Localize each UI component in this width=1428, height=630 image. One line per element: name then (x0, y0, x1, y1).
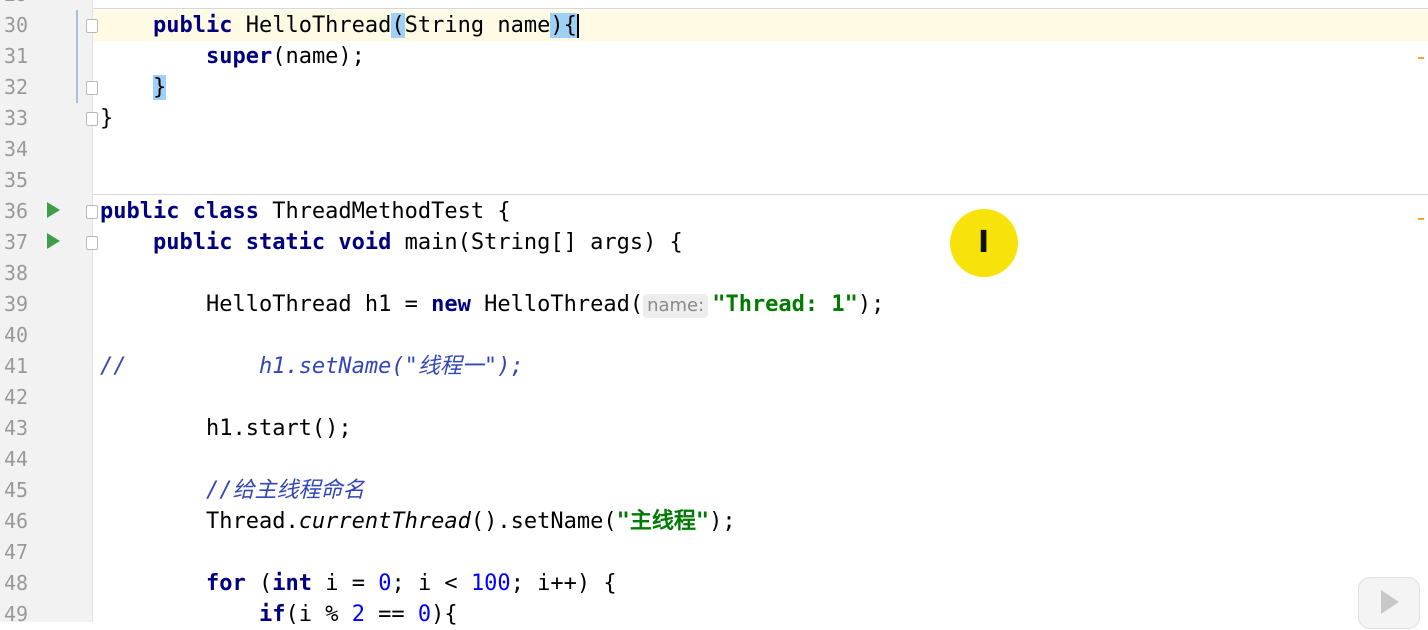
code-line-36[interactable]: public class ThreadMethodTest { (100, 196, 511, 227)
line-number: 34 (4, 137, 29, 161)
line-number: 48 (4, 571, 29, 595)
line-number: 30 (4, 13, 29, 37)
line-number: 46 (4, 509, 29, 533)
fold-icon[interactable] (86, 81, 98, 95)
play-icon (1381, 590, 1399, 614)
line-number: 31 (4, 44, 29, 68)
code-line-37[interactable]: public static void main(String[] args) { (100, 227, 683, 258)
line-number: 39 (4, 292, 29, 316)
error-stripe-marker[interactable] (1418, 57, 1424, 59)
code-line-39[interactable]: HelloThread h1 = new HelloThread(name: "T… (100, 289, 884, 320)
method-separator (93, 8, 1428, 9)
line-number: 33 (4, 106, 29, 130)
code-line-49[interactable]: if(i % 2 == 0){ (100, 599, 458, 630)
fold-icon[interactable] (86, 19, 98, 33)
text-caret (576, 14, 579, 38)
line-number: 35 (4, 168, 29, 192)
code-line-46[interactable]: Thread.currentThread().setName("主线程"); (100, 506, 736, 537)
code-line-33[interactable]: } (100, 103, 113, 134)
code-line-32[interactable]: } (100, 72, 167, 103)
error-stripe-marker[interactable] (1418, 218, 1424, 220)
code-line-48[interactable]: for (int i = 0; i < 100; i++) { (100, 568, 617, 599)
text-cursor-icon: I (978, 225, 990, 260)
method-separator (93, 194, 1428, 195)
fold-icon[interactable] (86, 205, 98, 219)
code-line-31[interactable]: super(name); (100, 41, 365, 72)
change-marker (76, 10, 78, 103)
line-number: 32 (4, 75, 29, 99)
line-number: 41 (4, 354, 29, 378)
line-number: 37 (4, 230, 29, 254)
line-number: 29 (4, 0, 44, 10)
run-gutter-icon[interactable] (47, 202, 60, 218)
fold-icon[interactable] (86, 112, 98, 126)
code-line-30[interactable]: public HelloThread(String name){ (100, 10, 579, 41)
line-number: 45 (4, 478, 29, 502)
run-gutter-icon[interactable] (47, 233, 60, 249)
line-number: 43 (4, 416, 29, 440)
line-number: 42 (4, 385, 29, 409)
code-line-41[interactable]: // h1.setName("线程一"); (100, 351, 524, 382)
code-line-43[interactable]: h1.start(); (100, 413, 352, 444)
play-button[interactable] (1358, 577, 1420, 629)
line-number: 38 (4, 261, 29, 285)
line-number: 47 (4, 540, 29, 564)
line-number: 40 (4, 323, 29, 347)
fold-icon[interactable] (86, 236, 98, 250)
line-number: 49 (4, 602, 29, 626)
line-number: 36 (4, 199, 29, 223)
code-line-45[interactable]: //给主线程命名 (100, 475, 365, 506)
parameter-hint: name: (643, 294, 709, 318)
line-number: 44 (4, 447, 29, 471)
